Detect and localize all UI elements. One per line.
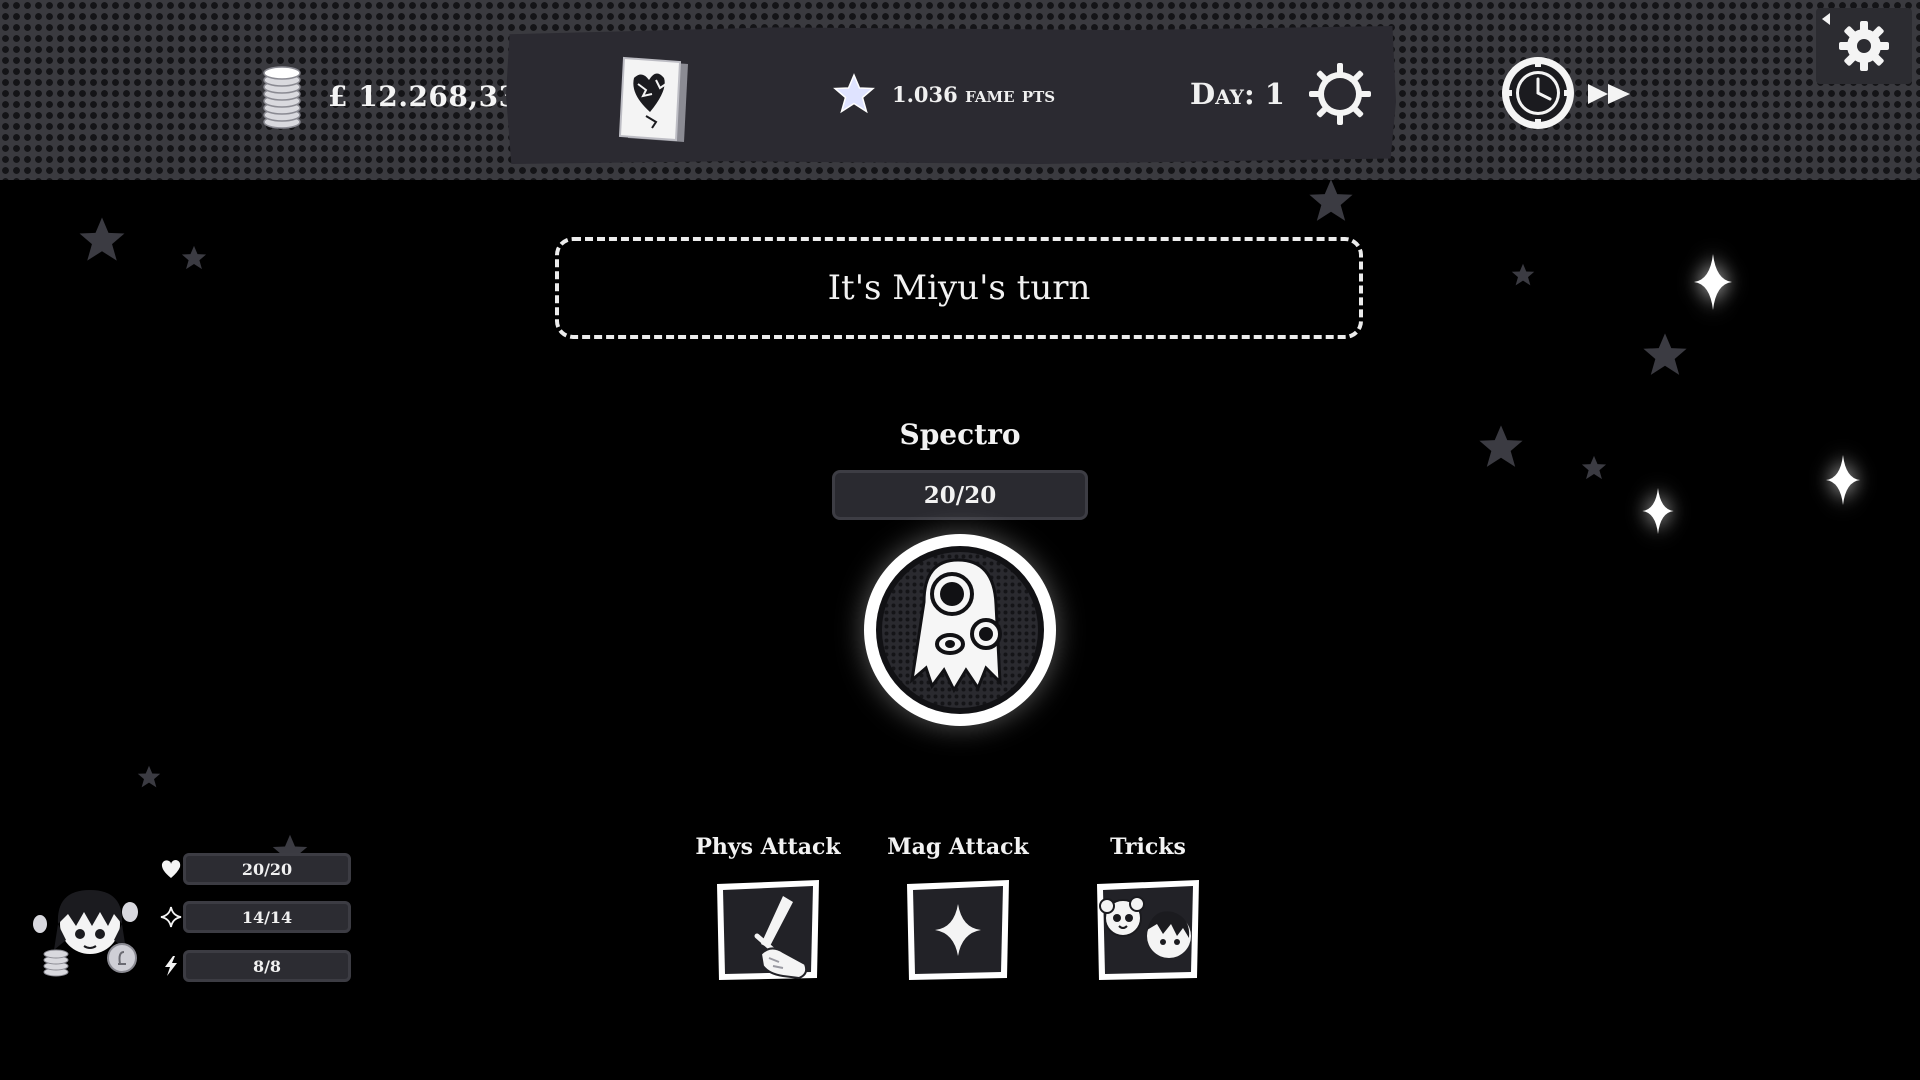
heart-icon [161, 860, 181, 878]
magic-sparkle-icon [160, 906, 182, 928]
enemy-hp-value: 20/20 [923, 481, 997, 509]
enemy-name: Spectro [899, 418, 1021, 451]
coins-icon [263, 66, 301, 129]
day-display: Day: 1 [1190, 63, 1373, 125]
turn-banner: It's Miyu's turn [555, 237, 1363, 339]
lightning-icon [165, 956, 177, 976]
action-phys-attack: Phys Attack [683, 834, 853, 982]
action-mag-attack: Mag Attack [873, 834, 1043, 982]
star-icon [1479, 425, 1523, 467]
sparkle-icon [1642, 488, 1674, 534]
star-icon [1643, 333, 1687, 375]
mp-value: 14/14 [241, 907, 293, 927]
fast-forward-icon[interactable] [1586, 82, 1632, 106]
star-icon [1309, 179, 1353, 221]
action-label: Mag Attack [887, 834, 1029, 860]
back-arrow-icon [1822, 13, 1830, 25]
money-display: £ 12.268,33 [262, 60, 519, 132]
star-icon [79, 217, 125, 261]
enemy-hp-bar: 20/20 [832, 470, 1088, 520]
star-icon [833, 73, 875, 114]
battle-screen: £ 12.268,33 1.036 fame pts Day: 1 It's M… [0, 0, 1920, 1080]
hud-panel: 1.036 fame pts Day: 1 [506, 26, 1396, 164]
settings-button[interactable] [1816, 8, 1912, 84]
fame-points: 1.036 fame pts [892, 81, 1056, 107]
energy-value: 8/8 [252, 956, 282, 976]
hp-bar: 20/20 [183, 853, 351, 885]
character-portrait[interactable] [30, 880, 146, 980]
fame-display: 1.036 fame pts [832, 70, 1055, 118]
sparkle-icon [1694, 254, 1732, 310]
action-label: Tricks [1110, 834, 1186, 860]
characters-icon[interactable] [1093, 878, 1203, 982]
star-icon [1581, 455, 1607, 480]
hp-value: 20/20 [241, 859, 293, 879]
star-icon [1511, 263, 1535, 286]
day-counter: Day: 1 [1190, 77, 1285, 111]
ghost-icon[interactable] [862, 532, 1058, 728]
gear-icon [1839, 21, 1889, 71]
journal-icon[interactable] [616, 54, 696, 146]
clock-button[interactable] [1500, 55, 1576, 131]
top-bar: £ 12.268,33 1.036 fame pts Day: 1 [0, 0, 1920, 180]
money-amount: £ 12.268,33 [328, 79, 519, 113]
action-label: Phys Attack [695, 834, 841, 860]
sparkle-icon[interactable] [903, 878, 1013, 982]
sparkle-icon [1826, 454, 1860, 506]
mp-bar: 14/14 [183, 901, 351, 933]
sun-icon [1308, 63, 1371, 125]
star-icon [181, 245, 207, 270]
turn-message: It's Miyu's turn [827, 268, 1091, 308]
star-icon [137, 765, 161, 788]
action-tricks: Tricks [1063, 834, 1233, 982]
energy-bar: 8/8 [183, 950, 351, 982]
sword-hand-icon[interactable] [713, 878, 823, 982]
